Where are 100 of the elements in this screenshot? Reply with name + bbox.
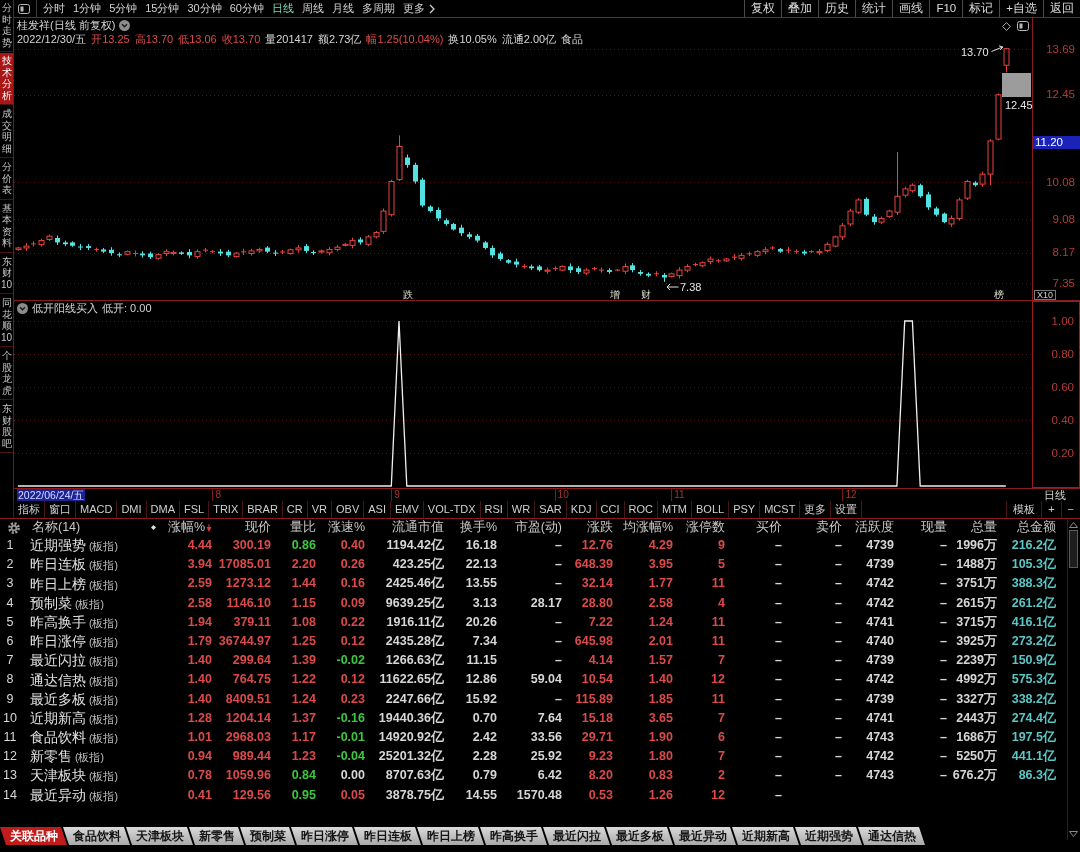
column-header[interactable]: 活跃度 [845,520,897,535]
board-name[interactable]: 新零售 [30,748,72,766]
toolbar-button[interactable]: 复权 [744,0,782,17]
column-header[interactable]: 买价 [728,520,785,535]
sidebar-tab[interactable]: 技术分析 [0,53,13,105]
column-header[interactable]: 流通市值 [368,520,447,535]
indicator-tab[interactable]: MACD [76,501,118,518]
indicator-tab[interactable]: VR [307,501,332,518]
column-header[interactable]: 现价 [215,520,274,535]
period-tab[interactable]: 多周期 [362,0,395,17]
board-tab[interactable]: 近期强势 [795,827,862,845]
indicator-tab[interactable]: 窗口 [45,501,76,518]
toolbar-button[interactable]: +自选 [999,0,1043,17]
indicator-tab[interactable]: 指标 [13,501,45,518]
board-name[interactable]: 预制菜 [30,594,72,612]
panel-icon[interactable] [1017,21,1029,31]
period-tab[interactable]: 5分钟 [109,0,138,17]
board-tab[interactable]: 昨日涨停 [291,827,358,845]
indicator-tab[interactable]: VOL-TDX [423,501,481,518]
board-tab[interactable]: 食品饮料 [63,827,130,845]
indicator-tab[interactable]: PSY [729,501,761,518]
column-header[interactable]: 总金额 [1000,520,1059,535]
toolbar-button[interactable]: 返回 [1043,0,1080,17]
column-header[interactable]: 名称(14) [32,520,81,535]
board-name[interactable]: 昨日连板 [30,556,86,574]
dropdown-icon[interactable] [119,20,131,31]
board-tab[interactable]: 新零售 [189,827,244,845]
period-tab[interactable]: 30分钟 [187,0,222,17]
indicator-tab[interactable]: CR [282,501,308,518]
board-tab[interactable]: 最近多板 [606,827,673,845]
board-tab[interactable]: 昨日连板 [354,827,421,845]
indicator-tab[interactable]: 更多 [800,501,832,518]
sidebar-tab[interactable]: 分时走势 [0,0,13,52]
toolbar-button[interactable]: F10 [929,0,963,17]
scroll-thumb[interactable] [1069,530,1078,568]
column-header[interactable]: 量比 [274,520,319,535]
board-tab[interactable]: 近期新高 [732,827,799,845]
scrollbar[interactable] [1067,519,1079,840]
indicator-tab[interactable]: DMA [146,501,180,518]
sidebar-tab[interactable]: 基本资料 [0,200,13,253]
column-header[interactable]: 涨速% [319,520,368,535]
dropdown-icon[interactable] [17,303,28,314]
board-tab[interactable]: 昨日上榜 [417,827,484,845]
board-name[interactable]: 近期新高 [30,709,86,727]
sidebar-tab[interactable]: 东财股吧 [0,401,13,453]
toolbar-button[interactable]: 统计 [855,0,893,17]
column-header[interactable]: 涨停数 [676,520,728,535]
indicator-tab[interactable]: EMV [390,501,424,518]
sidebar-tab[interactable]: 个股龙虎 [0,348,13,400]
indicator-tab[interactable]: TRIX [209,501,244,518]
scroll-up-icon[interactable] [1069,522,1078,528]
column-header[interactable]: 市盈(动) [500,520,565,535]
board-name[interactable]: 近期强势 [30,537,86,554]
indicator-tab[interactable]: MTM [658,501,693,518]
sidebar-tab[interactable]: 东财10 [0,253,13,294]
indicator-tab[interactable]: FSL [180,501,210,518]
board-tab[interactable]: 天津板块 [126,827,193,845]
toolbar-button[interactable]: − [1060,501,1080,518]
toolbar-button[interactable]: 画线 [892,0,930,17]
indicator-tab[interactable]: OBV [332,501,365,518]
board-tab[interactable]: 通达信热 [858,827,925,845]
period-tab[interactable]: 60分钟 [229,0,264,17]
period-tab[interactable]: 月线 [332,0,354,17]
board-name[interactable]: 最近异动 [30,786,86,804]
indicator-tab[interactable]: BOLL [692,501,730,518]
period-tab[interactable]: 周线 [302,0,324,17]
period-tab[interactable]: 1分钟 [73,0,102,17]
settings-icon[interactable] [8,521,20,534]
board-tab[interactable]: 关联品种 [0,827,67,845]
board-tab[interactable]: 昨高换手 [480,827,547,845]
board-name[interactable]: 食品饮料 [30,729,86,746]
indicator-tab[interactable]: SAR [535,501,567,518]
board-tab[interactable]: 最近异动 [669,827,736,845]
indicator-tab[interactable]: BRAR [243,501,283,518]
board-name[interactable]: 昨高换手 [30,613,86,631]
column-header[interactable]: 卖价 [785,520,845,535]
toolbar-button[interactable]: + [1041,501,1061,518]
indicator-tab[interactable]: MCST [760,501,801,518]
period-tab[interactable]: 日线 [272,0,294,17]
toolbar-button[interactable]: 标记 [962,0,1000,17]
board-name[interactable]: 昨日涨停 [30,633,86,650]
board-tab[interactable]: 最近闪拉 [543,827,610,845]
sidebar-tab[interactable]: 同花顺10 [0,295,13,347]
column-header[interactable]: 现量 [897,520,950,535]
indicator-tab[interactable]: ROC [624,501,658,518]
scroll-down-icon[interactable] [1069,831,1078,837]
panel-toggle-icon[interactable] [18,3,30,14]
indicator-tab[interactable]: CCI [596,501,625,518]
board-name[interactable]: 最近闪拉 [30,652,86,670]
column-header[interactable]: 涨跌 [565,520,616,535]
toolbar-button[interactable]: 模板 [1006,501,1042,518]
indicator-tab[interactable]: ASI [364,501,391,518]
sidebar-tab[interactable]: 分价表 [0,159,13,200]
sidebar-tab[interactable]: 成交明细 [0,106,13,158]
period-tab[interactable]: 分时 [43,0,65,17]
board-name[interactable]: 最近多板 [30,690,86,708]
period-tab[interactable]: 更多 [403,0,435,17]
board-name[interactable]: 昨日上榜 [30,575,86,593]
column-header[interactable]: 均涨幅% [616,520,676,535]
column-header[interactable]: 涨幅% [160,520,215,535]
